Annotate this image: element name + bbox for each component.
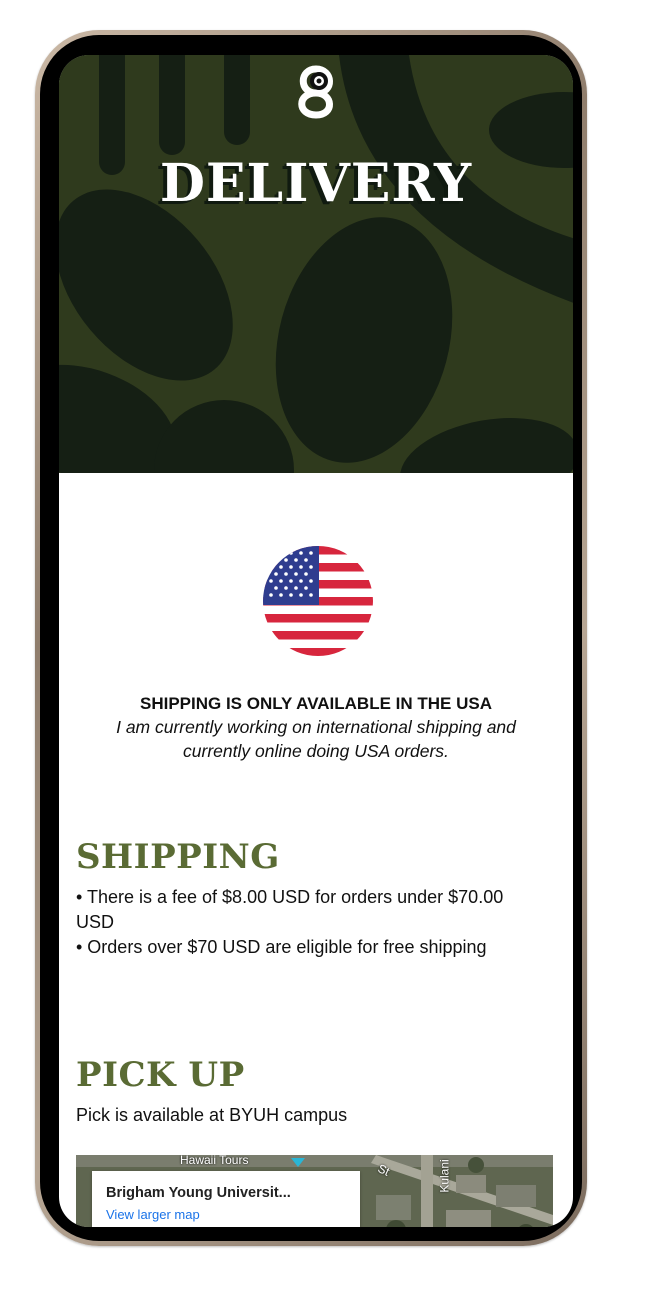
pickup-text: Pick is available at BYUH campus <box>76 1105 348 1125</box>
notice-description: I am currently working on international … <box>116 717 516 761</box>
campus-map[interactable]: Hawaii Tours Kulani St Brigham Young Uni… <box>76 1155 553 1227</box>
shipping-notice: SHIPPING IS ONLY AVAILABLE IN THE USA I … <box>59 693 573 763</box>
hero-banner: DELIVERY <box>59 55 573 473</box>
shipping-point: • Orders over $70 USD are eligible for f… <box>76 937 487 957</box>
shipping-point: • There is a fee of $8.00 USD for orders… <box>76 887 504 932</box>
pickup-heading: PICK UP <box>76 1055 245 1095</box>
map-label: Hawaii Tours <box>180 1155 249 1167</box>
shipping-details: • There is a fee of $8.00 USD for orders… <box>76 885 546 960</box>
brand-logo-icon[interactable] <box>289 63 343 119</box>
map-label: Kulani <box>437 1159 452 1193</box>
shipping-heading: SHIPPING <box>76 837 280 877</box>
view-larger-map-link[interactable]: View larger map <box>106 1207 200 1222</box>
notice-title: SHIPPING IS ONLY AVAILABLE IN THE USA <box>139 694 492 713</box>
phone-frame: DELIVERY SHIPPING IS ONLY AVAILABLE IN T… <box>35 30 587 1246</box>
phone-bezel: DELIVERY SHIPPING IS ONLY AVAILABLE IN T… <box>40 35 582 1241</box>
page-title: DELIVERY <box>159 153 473 214</box>
phone-screen: DELIVERY SHIPPING IS ONLY AVAILABLE IN T… <box>59 55 573 1227</box>
map-info-card: Brigham Young Universit... View larger m… <box>92 1171 360 1227</box>
map-place-name: Brigham Young Universit... <box>106 1185 291 1201</box>
usa-flag-icon <box>263 546 373 656</box>
